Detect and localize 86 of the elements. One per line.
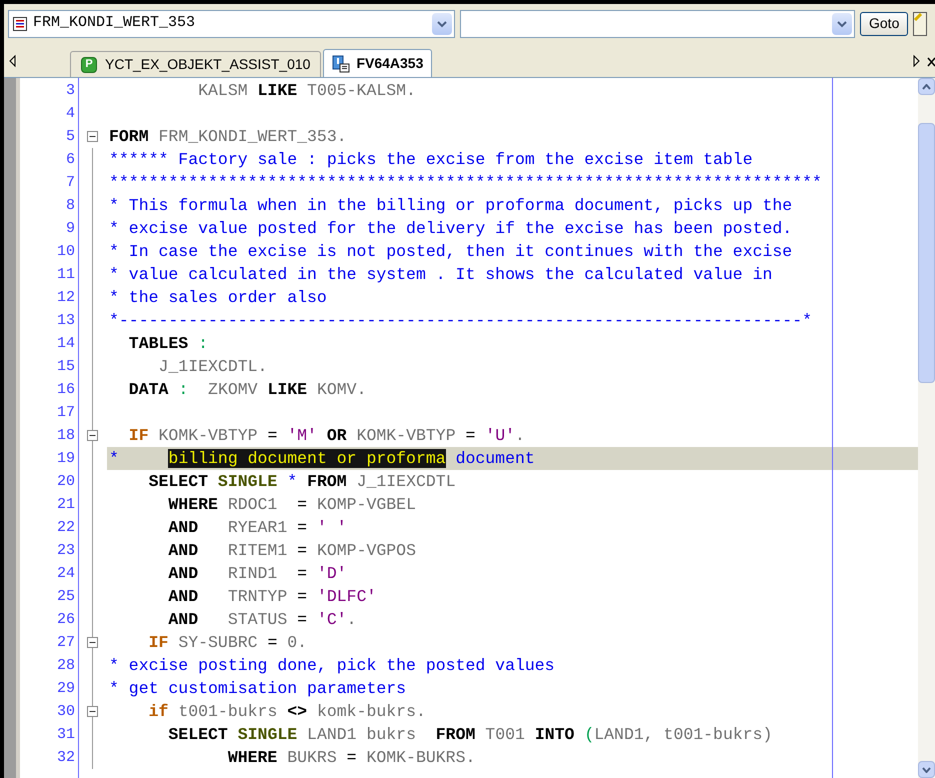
line-number: 21 xyxy=(56,495,76,515)
scroll-up-button[interactable] xyxy=(918,78,935,95)
line-number: 23 xyxy=(56,541,76,561)
object-name: FRM_KONDI_WERT_353 xyxy=(33,13,196,34)
code-line: IF SY-SUBRC = 0. xyxy=(148,632,308,654)
scroll-left-icon[interactable] xyxy=(8,54,18,68)
line-number: 5 xyxy=(64,127,76,147)
pencil-icon[interactable] xyxy=(913,12,928,36)
line-number: 16 xyxy=(56,380,76,400)
editor-tab[interactable]: FV64A353 xyxy=(323,49,432,77)
code-line: * value calculated in the system . It shows the calculated value in xyxy=(108,264,774,286)
scrollbar[interactable] xyxy=(918,78,935,778)
line-number: 17 xyxy=(56,403,76,423)
code-line: SELECT SINGLE * FROM J_1IEXCDTL xyxy=(148,471,457,493)
line-number: 12 xyxy=(56,288,76,308)
line-number: 14 xyxy=(56,334,76,354)
close-icon[interactable] xyxy=(927,57,935,67)
line-number: 20 xyxy=(56,472,76,492)
line-number: 11 xyxy=(56,265,76,285)
line-number: 10 xyxy=(56,242,76,262)
line-number: 15 xyxy=(56,357,76,377)
line-number: 19 xyxy=(56,449,76,469)
code-line: IF KOMK-VBTYP = 'M' OR KOMK-VBTYP = 'U'. xyxy=(128,425,526,447)
code-line: * This formula when in the billing or proforma document, picks up the xyxy=(108,195,794,217)
collapse-icon[interactable] xyxy=(87,706,98,717)
code-line: ************************************************************************ xyxy=(108,172,823,194)
scroll-right-icon[interactable] xyxy=(911,54,921,68)
code-line: AND RITEM1 = KOMP-VGPOS xyxy=(167,540,417,562)
line-number: 8 xyxy=(64,196,76,216)
code-line: AND RIND1 = 'D' xyxy=(167,563,348,585)
collapse-icon[interactable] xyxy=(87,637,98,648)
code-line: KALSM LIKE T005-KALSM. xyxy=(197,80,417,102)
code-line: *---------------------------------------------------------------------* xyxy=(108,310,814,332)
line-number: 4 xyxy=(64,104,76,124)
line-number: 24 xyxy=(56,564,76,584)
line-number: 18 xyxy=(56,426,76,446)
list-icon xyxy=(13,16,27,30)
scroll-thumb[interactable] xyxy=(918,123,935,383)
chevron-down-icon xyxy=(437,20,447,28)
line-number: 6 xyxy=(64,150,76,170)
code-line: * In case the excise is not posted, then it continues with the excise xyxy=(108,241,794,263)
editor-tab[interactable]: P YCT_EX_OBJEKT_ASSIST_010 xyxy=(70,51,322,77)
line-number: 7 xyxy=(64,173,76,193)
goto-button[interactable]: Goto xyxy=(860,12,908,36)
line-number: 26 xyxy=(56,610,76,630)
document-lock-icon xyxy=(332,54,350,72)
line-number: 30 xyxy=(56,702,76,722)
collapse-icon[interactable] xyxy=(87,131,98,142)
line-number: 32 xyxy=(56,748,76,768)
line-number: 25 xyxy=(56,587,76,607)
line-number: 28 xyxy=(56,656,76,676)
line-number: 29 xyxy=(56,679,76,699)
collapse-icon[interactable] xyxy=(87,430,98,441)
code-line: J_1IEXCDTL. xyxy=(158,356,268,378)
code-line: * excise posting done, pick the posted values xyxy=(108,655,556,677)
chevron-up-icon xyxy=(922,84,931,90)
dropdown-button[interactable] xyxy=(832,12,852,34)
object-combo-box[interactable]: FRM_KONDI_WERT_353 xyxy=(8,10,455,38)
dropdown-button[interactable] xyxy=(432,12,452,34)
code-line: TABLES : xyxy=(128,333,210,355)
line-number: 13 xyxy=(56,311,76,331)
code-line: WHERE BUKRS = KOMK-BUKRS. xyxy=(226,747,476,769)
code-line: * excise value posted for the delivery if the excise has been posted. xyxy=(108,218,794,240)
code-line: * the sales order also xyxy=(108,287,328,309)
code-line: DATA : ZKOMV LIKE KOMV. xyxy=(128,379,368,401)
search-combo-box[interactable] xyxy=(460,10,855,38)
line-number: 27 xyxy=(56,633,76,653)
code-line: ****** Factory sale : picks the excise from the excise item table xyxy=(108,149,754,171)
code-line: AND STATUS = 'C'. xyxy=(167,609,358,631)
code-line: SELECT SINGLE LAND1 bukrs FROM T001 INTO (LAND1, t001-bukrs) xyxy=(167,724,774,746)
line-number: 9 xyxy=(64,219,76,239)
chevron-down-icon xyxy=(922,766,931,772)
code-line: if t001-bukrs <> komk-bukrs. xyxy=(148,701,427,723)
code-line: WHERE RDOC1 = KOMP-VGBEL xyxy=(167,494,417,516)
code-line: AND RYEAR1 = ' ' xyxy=(167,517,348,539)
scroll-down-button[interactable] xyxy=(918,761,935,778)
tab-label: FV64A353 xyxy=(356,54,424,73)
code-line: FORM FRM_KONDI_WERT_353. xyxy=(108,126,348,148)
program-icon: P xyxy=(81,56,97,72)
line-number: 31 xyxy=(56,725,76,745)
code-line: AND TRNTYP = 'DLFC' xyxy=(167,586,378,608)
line-number: 22 xyxy=(56,518,76,538)
tab-label: YCT_EX_OBJEKT_ASSIST_010 xyxy=(105,55,310,74)
code-line: * get customisation parameters xyxy=(108,678,408,700)
chevron-down-icon xyxy=(837,20,847,28)
line-number: 3 xyxy=(64,81,76,101)
